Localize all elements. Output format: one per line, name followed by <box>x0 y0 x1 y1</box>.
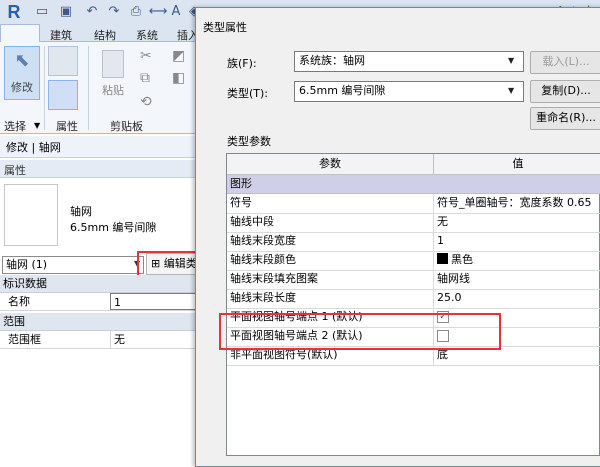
modify-button[interactable]: ⬉ 修改 <box>4 46 40 100</box>
param-name: 轴线中段 <box>230 215 274 228</box>
chevron-down-icon[interactable]: ▼ <box>508 86 514 95</box>
cut-icon[interactable]: ✂ <box>140 48 152 64</box>
family-combo[interactable]: 系统族：轴网 <box>294 51 524 72</box>
param-name: 轴线末段长度 <box>230 291 296 304</box>
dialog-title: 类型属性 <box>203 21 247 34</box>
param-value[interactable]: 轴网线 <box>433 270 600 289</box>
group-separator <box>88 46 89 130</box>
paste-icon[interactable] <box>102 50 124 78</box>
param-value[interactable]: 无 <box>433 213 600 232</box>
duplicate-button[interactable]: 复制(D)... <box>530 80 600 103</box>
name-input[interactable]: 1 <box>110 293 200 310</box>
property-label: 名称 <box>8 295 30 308</box>
join-icon[interactable]: ◧ <box>172 70 185 86</box>
redo-icon[interactable]: ↷ <box>106 3 122 19</box>
undo-icon[interactable]: ↶ <box>84 3 100 19</box>
revit-logo[interactable]: R <box>2 1 26 23</box>
cursor-arrow-icon: ⬉ <box>14 50 30 71</box>
paste-label: 粘贴 <box>102 84 124 97</box>
param-name: 轴线末段颜色 <box>230 253 296 266</box>
properties-icon[interactable] <box>48 80 78 110</box>
category-identity[interactable]: 标识数据 <box>0 275 203 293</box>
property-row-name: 名称 1 <box>0 293 200 311</box>
chevron-down-icon[interactable]: ▼ <box>508 56 514 65</box>
print-icon[interactable]: ⎙ <box>128 3 144 19</box>
save-icon[interactable]: ▣ <box>58 3 74 19</box>
table-row: 轴线末段宽度 1 <box>227 232 600 252</box>
open-icon[interactable]: ▭ <box>34 3 50 19</box>
load-button[interactable]: 载入(L)... <box>530 51 600 74</box>
copy-icon[interactable]: ⧉ <box>140 70 150 86</box>
property-label: 范围框 <box>8 333 41 346</box>
type-family-name: 轴网 <box>70 205 92 218</box>
table-row: 符号 符号_单圈轴号：宽度系数 0.65 <box>227 194 600 214</box>
table-row: 轴线末段长度 25.0 <box>227 289 600 309</box>
param-name: 符号 <box>230 196 252 209</box>
param-name: 轴线末段宽度 <box>230 234 296 247</box>
tab-modify-active[interactable] <box>0 24 40 43</box>
param-value[interactable]: 符号_单圈轴号：宽度系数 0.65 <box>433 194 600 213</box>
text-icon[interactable]: A <box>168 3 184 19</box>
type-preview-image <box>4 184 58 246</box>
scope-box-value[interactable]: 无 <box>110 331 200 348</box>
family-label: 族(F): <box>227 57 257 70</box>
table-row: 轴线末段填充图案 轴网线 <box>227 270 600 290</box>
category-extents[interactable]: 范围 <box>0 313 203 331</box>
modify-button-label: 修改 <box>11 81 33 94</box>
cope-icon[interactable]: ◩ <box>172 48 185 64</box>
table-row: 轴线中段 无 <box>227 213 600 233</box>
type-properties-icon[interactable] <box>48 46 78 76</box>
param-value[interactable]: 25.0 <box>433 289 600 308</box>
group-properties-label: 属性 <box>56 120 78 133</box>
group-select-label[interactable]: 选择 <box>4 118 26 134</box>
properties-title: 属性 <box>4 164 26 177</box>
tab-architecture[interactable]: 建筑 <box>50 27 72 42</box>
param-value[interactable]: 黑色 <box>433 251 600 270</box>
param-value[interactable]: 1 <box>433 232 600 251</box>
type-label: 类型(T): <box>227 87 269 100</box>
color-name: 黑色 <box>451 253 473 266</box>
category-graphics[interactable]: 图形 <box>227 175 600 194</box>
type-parameters-grid: 参数 值 图形 符号 符号_单圈轴号：宽度系数 0.65 轴线中段 无 轴线末段… <box>226 153 600 456</box>
property-row-scope-box: 范围框 无 <box>0 331 200 349</box>
type-name: 6.5mm 编号间隙 <box>70 221 157 234</box>
color-swatch <box>437 253 448 264</box>
instance-selector[interactable]: 轴网 (1) <box>2 256 144 274</box>
rename-button[interactable]: 重命名(R)... <box>530 107 600 130</box>
chevron-down-icon[interactable]: ▼ <box>34 121 40 130</box>
table-row: 轴线末段颜色 黑色 <box>227 251 600 271</box>
tab-structure[interactable]: 结构 <box>94 27 116 42</box>
type-combo[interactable]: 6.5mm 编号间隙 <box>294 81 524 102</box>
highlight-box <box>219 313 501 350</box>
match-properties-icon[interactable]: ⟲ <box>140 94 152 110</box>
param-name: 轴线末段填充图案 <box>230 272 318 285</box>
tab-systems[interactable]: 系统 <box>136 27 158 42</box>
group-separator <box>44 46 45 130</box>
context-label: 修改 | 轴网 <box>6 141 61 154</box>
column-header-value[interactable]: 值 <box>433 154 600 175</box>
column-header-param[interactable]: 参数 <box>227 154 433 175</box>
group-clipboard-label: 剪贴板 <box>110 120 143 133</box>
measure-icon[interactable]: ⟷ <box>149 3 168 19</box>
type-params-label: 类型参数 <box>227 135 271 148</box>
